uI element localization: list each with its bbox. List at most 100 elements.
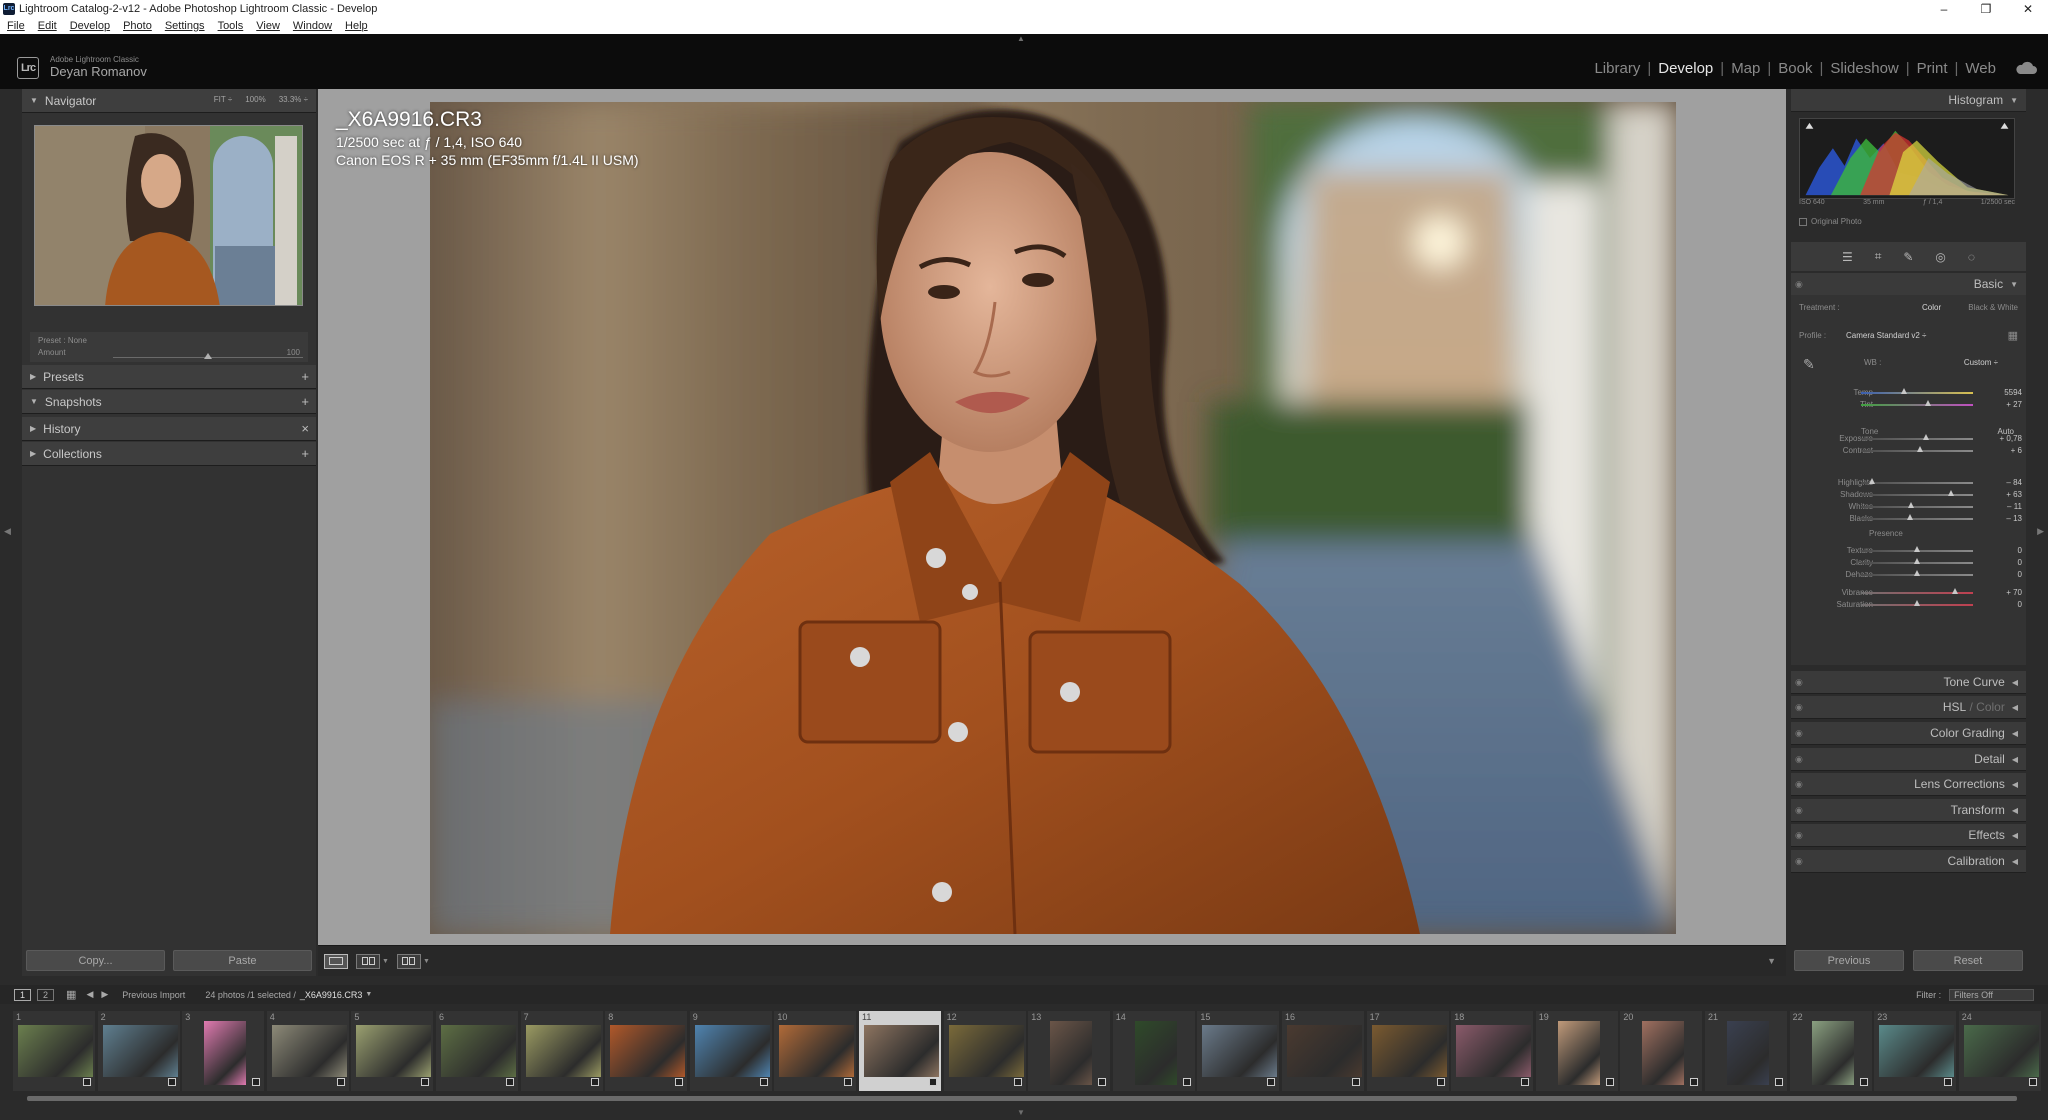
zoom-100[interactable]: 100% [245,95,265,104]
amount-slider-knob[interactable] [204,353,212,359]
filmstrip-thumbnail[interactable]: 10 [773,1010,858,1092]
slider-knob[interactable] [1914,570,1920,576]
second-screen-button[interactable]: 2 [37,988,55,1001]
filmstrip-thumbnail[interactable]: 5 [350,1010,435,1092]
wb-select[interactable]: Custom ÷ [1964,358,1998,367]
slider-value[interactable]: 0 [2018,546,2022,555]
hsl-header[interactable]: ◉ HSL / Color ◀ [1791,696,2026,719]
slider-value[interactable]: + 70 [2006,588,2022,597]
module-print[interactable]: Print [1917,60,1948,77]
slider-value[interactable]: – 13 [2006,514,2022,523]
zoom-fit[interactable]: FIT ÷ [214,95,232,104]
effects-header[interactable]: ◉ Effects ◀ [1791,824,2026,847]
treatment-color[interactable]: Color [1922,303,1941,312]
module-develop[interactable]: Develop [1658,60,1713,77]
slider-knob[interactable] [1914,546,1920,552]
main-screen-button[interactable]: 1 [14,988,32,1001]
slider-track[interactable] [1861,506,1973,508]
presets-header[interactable]: ▶ Presets + [22,365,316,389]
minimize-icon[interactable]: – [1924,0,1964,17]
original-photo-checkbox[interactable] [1799,217,1807,226]
slider-value[interactable]: + 27 [2006,400,2022,409]
selected-file[interactable]: _X6A9916.CR3 [300,990,363,1000]
filmstrip-thumbnail[interactable]: 24 [1957,1010,2042,1092]
slider-value[interactable]: + 0,78 [2000,434,2022,443]
slider-value[interactable]: 0 [2018,600,2022,609]
transform-header[interactable]: ◉ Transform ◀ [1791,799,2026,822]
filmstrip-thumbnail[interactable]: 3 [181,1010,266,1092]
healing-icon[interactable]: ✎ [1903,250,1913,264]
loupe-view-button[interactable] [324,953,348,969]
add-collection-icon[interactable]: + [301,446,309,461]
filter-select[interactable]: Filters Off [1949,988,2034,1001]
forward-arrow-icon[interactable]: ▶ [101,989,108,1000]
filmstrip-thumbnail[interactable]: 7 [519,1010,604,1092]
filmstrip-thumbnail[interactable]: 11 [858,1010,942,1092]
slider-value[interactable]: – 11 [2007,502,2022,511]
profile-browser-icon[interactable]: ▦ [2008,329,2018,342]
color-grading-header[interactable]: ◉ Color Grading ◀ [1791,722,2026,745]
before-after-button[interactable] [356,953,380,969]
filmstrip-thumbnail[interactable]: 19 [1534,1010,1619,1092]
slider-value[interactable]: + 63 [2006,490,2022,499]
edit-sliders-icon[interactable]: ☰ [1842,250,1853,264]
clear-history-icon[interactable]: × [301,421,309,436]
slider-track[interactable] [1861,482,1973,484]
histogram-header[interactable]: Histogram ▼ [1791,89,2026,112]
module-library[interactable]: Library [1594,60,1640,77]
red-eye-icon[interactable]: ◎ [1935,250,1945,264]
treatment-bw[interactable]: Black & White [1968,303,2018,312]
menu-window[interactable]: Window [293,20,332,32]
slider-track[interactable] [1861,392,1973,394]
menu-tools[interactable]: Tools [218,20,244,32]
slider-knob[interactable] [1869,478,1876,484]
module-web[interactable]: Web [1965,60,1996,77]
menu-edit[interactable]: Edit [38,20,57,32]
basic-header[interactable]: ◉ Basic ▼ [1791,273,2026,296]
filmstrip-thumbnail[interactable]: 13 [1027,1010,1112,1092]
filmstrip-thumbnail[interactable]: 8 [604,1010,689,1092]
before-after-dropdown-icon[interactable]: ▼ [382,958,389,965]
toolbar-menu-icon[interactable]: ▼ [1767,956,1776,966]
history-header[interactable]: ▶ History × [22,417,316,441]
add-preset-icon[interactable]: + [301,369,309,384]
collapse-top-icon[interactable]: ▲ [1017,34,1025,43]
menu-view[interactable]: View [256,20,280,32]
calibration-header[interactable]: ◉ Calibration ◀ [1791,850,2026,873]
reset-button[interactable]: Reset [1913,950,2023,971]
source-dropdown-icon[interactable]: ▼ [365,991,372,998]
collections-header[interactable]: ▶ Collections + [22,442,316,466]
filmstrip-thumbnail[interactable]: 14 [1111,1010,1196,1092]
slider-track[interactable] [1861,438,1973,440]
toolbar-options-icon[interactable]: ▼ [423,958,430,965]
slider-knob[interactable] [1914,558,1920,564]
slider-knob[interactable] [1925,400,1932,406]
slider-knob[interactable] [1952,588,1959,594]
detail-header[interactable]: ◉ Detail ◀ [1791,748,2026,771]
slider-value[interactable]: 0 [2018,570,2022,579]
main-photo[interactable] [430,102,1676,934]
menu-photo[interactable]: Photo [123,20,152,32]
slider-value[interactable]: + 6 [2011,446,2022,455]
copy-button[interactable]: Copy... [26,950,165,971]
filmstrip-thumbnail[interactable]: 2 [96,1010,181,1092]
navigator-preview[interactable] [34,125,303,306]
paste-button[interactable]: Paste [173,950,312,971]
module-slideshow[interactable]: Slideshow [1830,60,1898,77]
eye-icon[interactable]: ◉ [1795,279,1803,290]
filmstrip-thumbnail[interactable]: 9 [688,1010,773,1092]
menu-settings[interactable]: Settings [165,20,205,32]
histogram[interactable] [1799,118,2015,199]
maximize-icon[interactable]: ❐ [1966,0,2006,17]
module-map[interactable]: Map [1731,60,1760,77]
filmstrip-thumbnail[interactable]: 20 [1619,1010,1704,1092]
filmstrip-thumbnail[interactable]: 4 [265,1010,350,1092]
add-snapshot-icon[interactable]: + [301,394,309,409]
profile-select[interactable]: Camera Standard v2 ÷ [1846,331,1926,340]
filmstrip-thumbnail[interactable]: 16 [1281,1010,1365,1092]
collapse-right-icon[interactable]: ▶ [2037,526,2044,537]
yy-compare-button[interactable] [396,953,421,969]
slider-knob[interactable] [1908,502,1915,508]
module-book[interactable]: Book [1778,60,1812,77]
slider-track[interactable] [1861,518,1973,520]
